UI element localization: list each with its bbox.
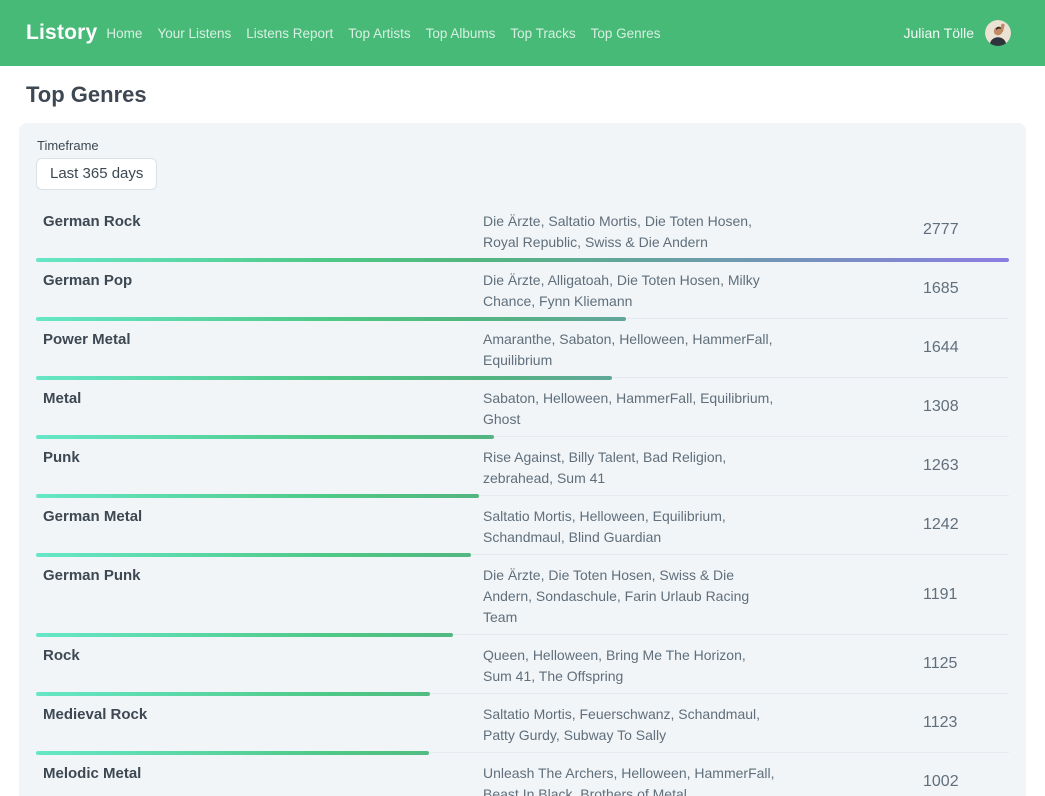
genre-count: 1685 — [923, 280, 1009, 298]
genre-name: Metal — [36, 378, 483, 436]
genre-name: Power Metal — [36, 319, 483, 377]
genre-count: 1644 — [923, 339, 1009, 357]
nav-item-home[interactable]: Home — [106, 26, 142, 41]
genre-count: 1242 — [923, 516, 1009, 534]
user-menu[interactable]: Julian Tölle — [903, 20, 1011, 46]
genre-name: Medieval Rock — [36, 694, 483, 752]
genre-count: 2777 — [923, 221, 1009, 239]
genre-row: Punk Rise Against, Billy Talent, Bad Rel… — [36, 437, 1009, 496]
genre-row: Rock Queen, Helloween, Bring Me The Hori… — [36, 635, 1009, 694]
genre-table: German Rock Die Ärzte, Saltatio Mortis, … — [36, 201, 1009, 796]
genre-name: German Punk — [36, 555, 483, 634]
genre-row: Metal Sabaton, Helloween, HammerFall, Eq… — [36, 378, 1009, 437]
genre-row: Power Metal Amaranthe, Sabaton, Hellowee… — [36, 319, 1009, 378]
genre-count: 1123 — [923, 714, 1009, 732]
genre-name: Melodic Metal — [36, 753, 483, 796]
genre-count: 1308 — [923, 398, 1009, 416]
nav-item-listens-report[interactable]: Listens Report — [246, 26, 333, 41]
genre-artists: Saltatio Mortis, Feuerschwanz, Schandmau… — [483, 694, 778, 752]
nav-item-top-albums[interactable]: Top Albums — [426, 26, 496, 41]
timeframe-label: Timeframe — [37, 138, 1009, 153]
user-name: Julian Tölle — [903, 25, 974, 41]
genre-name: Punk — [36, 437, 483, 495]
genre-artists: Die Ärzte, Die Toten Hosen, Swiss & Die … — [483, 555, 778, 634]
genre-row: Medieval Rock Saltatio Mortis, Feuerschw… — [36, 694, 1009, 753]
nav-item-top-tracks[interactable]: Top Tracks — [510, 26, 575, 41]
timeframe-select[interactable]: Last 365 days — [36, 158, 157, 190]
page-title: Top Genres — [26, 82, 1045, 108]
genre-artists: Saltatio Mortis, Helloween, Equilibrium,… — [483, 496, 778, 554]
genre-count: 1191 — [923, 586, 1009, 604]
main-nav: Home Your Listens Listens Report Top Art… — [106, 26, 660, 41]
nav-item-top-genres[interactable]: Top Genres — [591, 26, 661, 41]
genre-count: 1125 — [923, 655, 1009, 673]
genre-name: Rock — [36, 635, 483, 693]
genre-row: German Metal Saltatio Mortis, Helloween,… — [36, 496, 1009, 555]
genre-name: German Pop — [36, 260, 483, 318]
app-logo[interactable]: Listory — [26, 21, 97, 45]
genre-count: 1263 — [923, 457, 1009, 475]
genre-artists: Die Ärzte, Alligatoah, Die Toten Hosen, … — [483, 260, 778, 318]
genre-artists: Rise Against, Billy Talent, Bad Religion… — [483, 437, 778, 495]
genre-row: Melodic Metal Unleash The Archers, Hello… — [36, 753, 1009, 796]
app-header: Listory Home Your Listens Listens Report… — [0, 0, 1045, 66]
nav-item-top-artists[interactable]: Top Artists — [348, 26, 410, 41]
main-content: Top Genres Timeframe Last 365 days Germa… — [0, 66, 1045, 796]
user-avatar-icon[interactable] — [985, 20, 1011, 46]
genre-row: German Pop Die Ärzte, Alligatoah, Die To… — [36, 260, 1009, 319]
genre-row: German Rock Die Ärzte, Saltatio Mortis, … — [36, 201, 1009, 260]
top-genres-card: Timeframe Last 365 days German Rock Die … — [19, 123, 1026, 796]
nav-item-your-listens[interactable]: Your Listens — [157, 26, 231, 41]
genre-artists: Queen, Helloween, Bring Me The Horizon, … — [483, 635, 778, 693]
genre-artists: Unleash The Archers, Helloween, HammerFa… — [483, 753, 778, 796]
genre-artists: Die Ärzte, Saltatio Mortis, Die Toten Ho… — [483, 201, 778, 259]
genre-count: 1002 — [923, 773, 1009, 791]
genre-name: German Rock — [36, 201, 483, 259]
genre-row: German Punk Die Ärzte, Die Toten Hosen, … — [36, 555, 1009, 635]
genre-artists: Sabaton, Helloween, HammerFall, Equilibr… — [483, 378, 778, 436]
genre-artists: Amaranthe, Sabaton, Helloween, HammerFal… — [483, 319, 778, 377]
genre-name: German Metal — [36, 496, 483, 554]
